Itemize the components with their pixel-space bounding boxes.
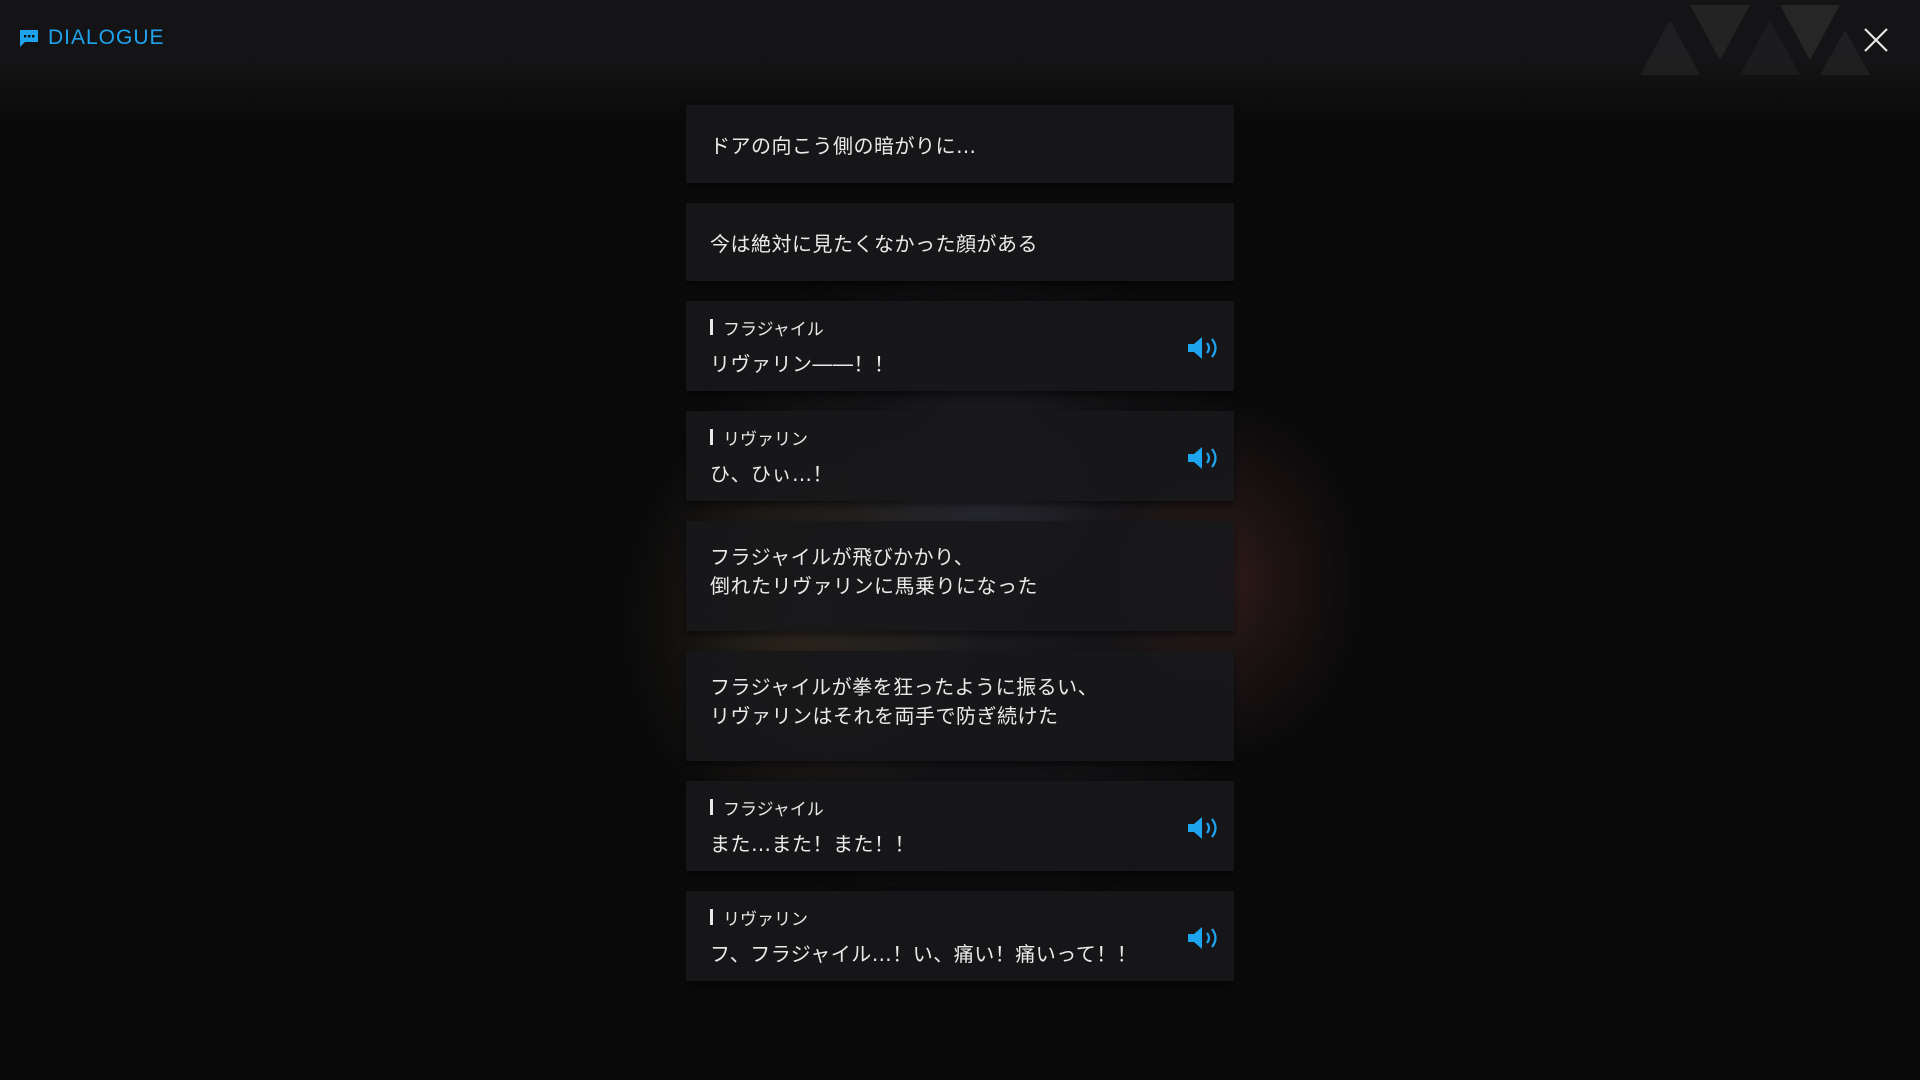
speaker-marker [710, 429, 713, 445]
speech-text: また…また！また！！ [710, 832, 915, 856]
speaker-name-row: フラジャイル [710, 316, 1210, 340]
decorative-triangles [1640, 5, 1870, 75]
dialogue-log-list[interactable]: ドアの向こう側の暗がりに… 今は絶対に見たくなかった顔がある フラジャイル リヴ… [686, 105, 1234, 1001]
speaker-name-row: フラジャイル [710, 796, 1210, 820]
speaker-name: フラジャイル [723, 799, 824, 820]
dialogue-title: DIALOGUE [48, 26, 165, 49]
log-entry-narration: 今は絶対に見たくなかった顔がある [686, 203, 1234, 281]
log-entry-speech: リヴァリン ひ、ひぃ…！ [686, 411, 1234, 501]
narration-text: ドアの向こう側の暗がりに… [710, 134, 977, 158]
log-entry-narration: フラジャイルが飛びかかり、 倒れたリヴァリンに馬乗りになった [686, 521, 1234, 631]
log-entry-speech: フラジャイル また…また！また！！ [686, 781, 1234, 871]
speaker-marker [710, 799, 713, 815]
speaker-name-row: リヴァリン [710, 426, 1210, 450]
close-icon[interactable] [1862, 26, 1890, 54]
dialogue-header: DIALOGUE [18, 26, 165, 50]
speaker-icon[interactable] [1186, 444, 1222, 472]
narration-text: フラジャイルが拳を狂ったように振るい、 リヴァリンはそれを両手で防ぎ続けた [710, 675, 1099, 728]
speaker-icon[interactable] [1186, 924, 1222, 952]
speaker-icon[interactable] [1186, 334, 1222, 362]
speaker-name: リヴァリン [723, 429, 808, 450]
log-entry-speech: リヴァリン フ、フラジャイル…！い、痛い！痛いって！！ [686, 891, 1234, 981]
speaker-name: リヴァリン [723, 909, 808, 930]
speech-text: リヴァリン――！！ [710, 352, 895, 376]
speech-text: フ、フラジャイル…！い、痛い！痛いって！！ [710, 942, 1138, 966]
speaker-name-row: リヴァリン [710, 906, 1210, 930]
speaker-icon[interactable] [1186, 814, 1222, 842]
log-entry-narration: ドアの向こう側の暗がりに… [686, 105, 1234, 183]
log-entry-narration: フラジャイルが拳を狂ったように振るい、 リヴァリンはそれを両手で防ぎ続けた [686, 651, 1234, 761]
narration-text: 今は絶対に見たくなかった顔がある [710, 232, 1038, 256]
speaker-name: フラジャイル [723, 319, 824, 340]
speaker-marker [710, 909, 713, 925]
log-entry-speech: フラジャイル リヴァリン――！！ [686, 301, 1234, 391]
narration-text: フラジャイルが飛びかかり、 倒れたリヴァリンに馬乗りになった [710, 545, 1038, 598]
speech-text: ひ、ひぃ…！ [710, 462, 833, 486]
chat-bubble-icon [20, 30, 38, 47]
dialogue-log-screen: DIALOGUE ドアの向こう側の暗がりに… 今は絶対に見たくなかった顔がある … [0, 0, 1920, 1080]
speaker-marker [710, 319, 713, 335]
